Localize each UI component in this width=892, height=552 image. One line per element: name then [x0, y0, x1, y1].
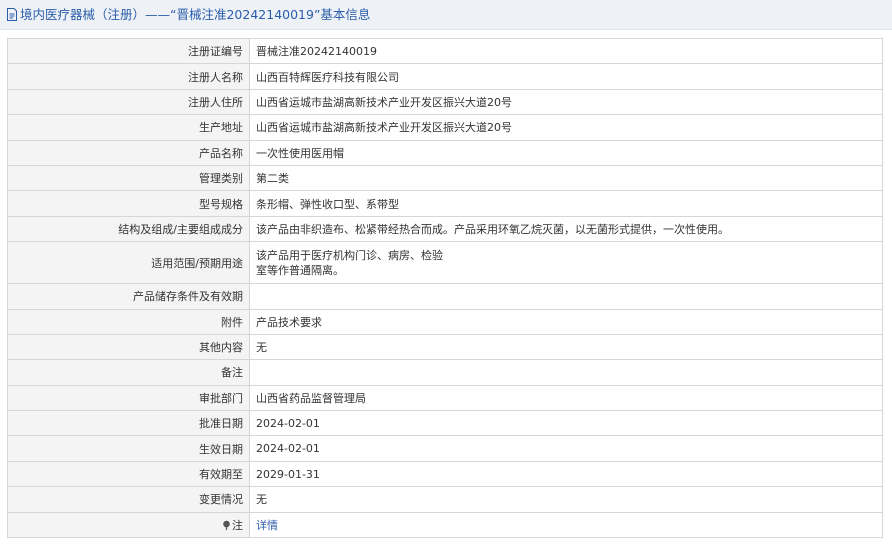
row-label: 产品储存条件及有效期 [7, 283, 250, 310]
row-label: 生效日期 [7, 435, 250, 462]
row-label: 其他内容 [7, 333, 250, 361]
row-label: 附件 [7, 308, 250, 335]
page-title: 境内医疗器械（注册）——“晋械注准20242140019”基本信息 [20, 7, 371, 22]
row-value: 该产品由非织造布、松紧带经热合而成。产品采用环氧乙烷灭菌，以无菌形式提供，一次性… [249, 215, 883, 243]
row-value: 2024-02-01 [249, 435, 883, 462]
row-value: 条形帽、弹性收口型、系带型 [249, 190, 883, 217]
row-value: 山西百特辉医疗科技有限公司 [249, 63, 883, 90]
row-value: 2024-02-01 [249, 410, 883, 437]
table-row: 变更情况 无 [7, 486, 883, 513]
row-value [249, 283, 883, 310]
table-row: 备注 [7, 359, 883, 386]
table-row: 生效日期 2024-02-01 [7, 435, 883, 462]
row-label: 生产地址 [7, 114, 250, 141]
row-label: 注册人名称 [7, 63, 250, 90]
row-value [249, 359, 883, 386]
info-table: 注册证编号 晋械注准20242140019 注册人名称 山西百特辉医疗科技有限公… [7, 37, 883, 539]
row-label: 型号规格 [7, 190, 250, 217]
document-icon [7, 8, 17, 21]
row-value: 产品技术要求 [249, 308, 883, 335]
row-value: 第二类 [249, 164, 883, 192]
table-row: 结构及组成/主要组成成分 该产品由非织造布、松紧带经热合而成。产品采用环氧乙烷灭… [7, 215, 883, 243]
table-row: 型号规格 条形帽、弹性收口型、系带型 [7, 190, 883, 217]
row-label: 注册人住所 [7, 88, 250, 116]
table-row: 产品储存条件及有效期 [7, 283, 883, 310]
row-value: 一次性使用医用帽 [249, 139, 883, 166]
row-label: 产品名称 [7, 139, 250, 166]
row-value: 山西省运城市盐湖高新技术产业开发区振兴大道20号 [249, 88, 883, 116]
table-row: 注册人名称 山西百特辉医疗科技有限公司 [7, 63, 883, 90]
table-row: 注册人住所 山西省运城市盐湖高新技术产业开发区振兴大道20号 [7, 88, 883, 116]
table-row: 审批部门 山西省药品监督管理局 [7, 384, 883, 412]
row-value: 山西省运城市盐湖高新技术产业开发区振兴大道20号 [249, 114, 883, 141]
table-row: 注册证编号 晋械注准20242140019 [7, 37, 883, 65]
table-row: 生产地址 山西省运城市盐湖高新技术产业开发区振兴大道20号 [7, 114, 883, 141]
table-row: 有效期至 2029-01-31 [7, 460, 883, 488]
row-value: 无 [249, 486, 883, 513]
table-row: 适用范围/预期用途 该产品用于医疗机构门诊、病房、检验室等作普通隔离。 [7, 241, 883, 285]
row-label: 变更情况 [7, 486, 250, 513]
table-row: 批准日期 2024-02-01 [7, 410, 883, 437]
table-row: 管理类别 第二类 [7, 164, 883, 192]
row-label: 有效期至 [7, 460, 250, 488]
row-value: 2029-01-31 [249, 460, 883, 488]
row-label: 审批部门 [7, 384, 250, 412]
row-value: 晋械注准20242140019 [249, 37, 883, 65]
row-value: 山西省药品监督管理局 [249, 384, 883, 412]
table-row-note: 注 详情 [7, 511, 883, 539]
row-label: 适用范围/预期用途 [7, 241, 250, 285]
row-label: 备注 [7, 359, 250, 386]
row-label: 注册证编号 [7, 37, 250, 65]
table-row: 产品名称 一次性使用医用帽 [7, 139, 883, 166]
row-value: 无 [249, 333, 883, 361]
note-value-cell: 详情 [249, 511, 883, 539]
row-value: 该产品用于医疗机构门诊、病房、检验室等作普通隔离。 [256, 248, 443, 277]
table-row: 其他内容 无 [7, 333, 883, 361]
note-label-cell: 注 [7, 511, 250, 539]
row-label: 批准日期 [7, 410, 250, 437]
page-header: 境内医疗器械（注册）——“晋械注准20242140019”基本信息 [0, 0, 892, 30]
details-link[interactable]: 详情 [256, 519, 278, 532]
table-row: 附件 产品技术要求 [7, 308, 883, 335]
row-label: 管理类别 [7, 164, 250, 192]
pin-icon [223, 520, 230, 530]
note-label: 注 [232, 518, 243, 532]
row-value-cell: 该产品用于医疗机构门诊、病房、检验室等作普通隔离。 [249, 241, 883, 285]
row-label: 结构及组成/主要组成成分 [7, 215, 250, 243]
